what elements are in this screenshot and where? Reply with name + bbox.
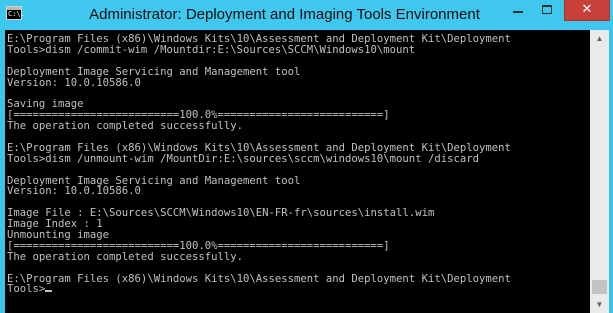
console-line: Tools>dism /commit-wim /Mountdir:E:\Sour… (7, 43, 416, 56)
window-right-border (609, 30, 613, 313)
title-bar[interactable]: C:\. Administrator: Deployment and Imagi… (0, 0, 613, 30)
scrollbar-thumb[interactable] (592, 280, 607, 294)
console-line: Deployment Image Servicing and Managemen… (7, 65, 301, 78)
minimize-button[interactable] (504, 0, 532, 21)
console-line: Version: 10.0.10586.0 (7, 76, 141, 89)
close-button[interactable]: ✕ (564, 0, 610, 21)
scroll-down-arrow-icon[interactable]: ▼ (590, 296, 609, 313)
maximize-icon (542, 5, 552, 14)
console-output[interactable]: E:\Program Files (x86)\Windows Kits\10\A… (5, 30, 590, 313)
console-text: E:\Program Files (x86)\Windows Kits\10\A… (5, 30, 590, 295)
console-line: Tools> (7, 284, 590, 295)
console-line: The operation completed successfully. (7, 120, 243, 133)
console-line: Version: 10.0.10586.0 (7, 185, 141, 198)
console-window: C:\. Administrator: Deployment and Imagi… (0, 0, 613, 313)
console-line: The operation completed successfully. (7, 250, 243, 263)
text-cursor (45, 290, 53, 293)
scroll-up-arrow-icon[interactable]: ▲ (590, 30, 609, 47)
minimize-icon (513, 11, 523, 13)
close-icon: ✕ (581, 2, 593, 17)
console-line: E:\Program Files (x86)\Windows Kits\10\A… (7, 272, 511, 285)
vertical-scrollbar[interactable]: ▲ ▼ (590, 30, 609, 313)
maximize-button[interactable] (534, 0, 562, 21)
console-line: Tools>dism /unmount-wim /MountDir:E:\sou… (7, 152, 479, 165)
